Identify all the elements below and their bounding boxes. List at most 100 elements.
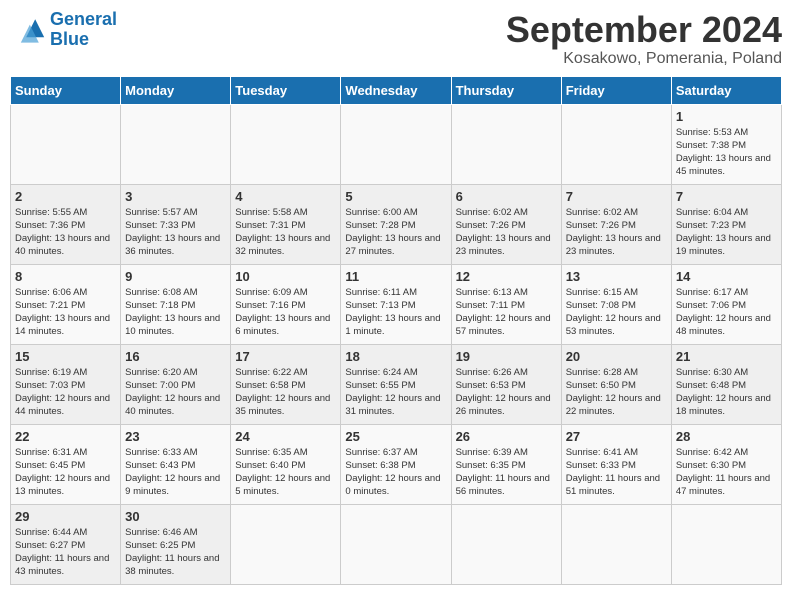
day-info: Sunrise: 5:53 AM Sunset: 7:38 PM Dayligh… <box>676 126 777 179</box>
day-cell-11: 10 Sunrise: 6:09 AM Sunset: 7:16 PM Dayl… <box>231 264 341 344</box>
col-saturday: Saturday <box>671 76 781 104</box>
day-cell-19: 18 Sunrise: 6:24 AM Sunset: 6:55 PM Dayl… <box>341 344 451 424</box>
day-cell-29: 28 Sunrise: 6:42 AM Sunset: 6:30 PM Dayl… <box>671 424 781 504</box>
day-info: Sunrise: 6:41 AM Sunset: 6:33 PM Dayligh… <box>566 446 667 499</box>
day-info: Sunrise: 6:37 AM Sunset: 6:38 PM Dayligh… <box>345 446 446 499</box>
day-number: 1 <box>676 109 777 124</box>
day-cell-10: 9 Sunrise: 6:08 AM Sunset: 7:18 PM Dayli… <box>121 264 231 344</box>
page-subtitle: Kosakowo, Pomerania, Poland <box>506 50 782 68</box>
day-number: 27 <box>566 429 667 444</box>
logo: General Blue <box>10 10 117 50</box>
day-cell-7: 7 Sunrise: 6:02 AM Sunset: 7:26 PM Dayli… <box>561 184 671 264</box>
empty-cell <box>561 504 671 584</box>
empty-cell <box>231 104 341 184</box>
col-sunday: Sunday <box>11 76 121 104</box>
day-number: 28 <box>676 429 777 444</box>
day-info: Sunrise: 6:04 AM Sunset: 7:23 PM Dayligh… <box>676 206 777 259</box>
day-cell-22: 21 Sunrise: 6:30 AM Sunset: 6:48 PM Dayl… <box>671 344 781 424</box>
day-info: Sunrise: 6:19 AM Sunset: 7:03 PM Dayligh… <box>15 366 116 419</box>
col-tuesday: Tuesday <box>231 76 341 104</box>
empty-cell <box>121 104 231 184</box>
page-header: General Blue September 2024 Kosakowo, Po… <box>10 10 782 68</box>
day-cell-28: 27 Sunrise: 6:41 AM Sunset: 6:33 PM Dayl… <box>561 424 671 504</box>
day-info: Sunrise: 6:06 AM Sunset: 7:21 PM Dayligh… <box>15 286 116 339</box>
day-number: 22 <box>15 429 116 444</box>
day-info: Sunrise: 6:22 AM Sunset: 6:58 PM Dayligh… <box>235 366 336 419</box>
day-cell-18: 17 Sunrise: 6:22 AM Sunset: 6:58 PM Dayl… <box>231 344 341 424</box>
day-info: Sunrise: 6:31 AM Sunset: 6:45 PM Dayligh… <box>15 446 116 499</box>
day-cell-2: 2 Sunrise: 5:55 AM Sunset: 7:36 PM Dayli… <box>11 184 121 264</box>
day-cell-6: 6 Sunrise: 6:02 AM Sunset: 7:26 PM Dayli… <box>451 184 561 264</box>
day-number: 25 <box>345 429 446 444</box>
day-info: Sunrise: 6:44 AM Sunset: 6:27 PM Dayligh… <box>15 526 116 579</box>
logo-icon <box>10 12 46 48</box>
calendar-row-2: 2 Sunrise: 5:55 AM Sunset: 7:36 PM Dayli… <box>11 184 782 264</box>
logo-text: General Blue <box>50 10 117 50</box>
day-cell-4: 4 Sunrise: 5:58 AM Sunset: 7:31 PM Dayli… <box>231 184 341 264</box>
day-info: Sunrise: 6:02 AM Sunset: 7:26 PM Dayligh… <box>566 206 667 259</box>
day-info: Sunrise: 6:39 AM Sunset: 6:35 PM Dayligh… <box>456 446 557 499</box>
calendar-row-5: 22 Sunrise: 6:31 AM Sunset: 6:45 PM Dayl… <box>11 424 782 504</box>
day-number: 17 <box>235 349 336 364</box>
day-cell-20: 19 Sunrise: 6:26 AM Sunset: 6:53 PM Dayl… <box>451 344 561 424</box>
day-cell-8: 7 Sunrise: 6:04 AM Sunset: 7:23 PM Dayli… <box>671 184 781 264</box>
day-info: Sunrise: 6:08 AM Sunset: 7:18 PM Dayligh… <box>125 286 226 339</box>
day-number: 19 <box>456 349 557 364</box>
day-cell-9: 8 Sunrise: 6:06 AM Sunset: 7:21 PM Dayli… <box>11 264 121 344</box>
calendar-row-1: 1 Sunrise: 5:53 AM Sunset: 7:38 PM Dayli… <box>11 104 782 184</box>
day-cell-14: 13 Sunrise: 6:15 AM Sunset: 7:08 PM Dayl… <box>561 264 671 344</box>
day-number: 30 <box>125 509 226 524</box>
day-cell-24: 23 Sunrise: 6:33 AM Sunset: 6:43 PM Dayl… <box>121 424 231 504</box>
day-number: 29 <box>15 509 116 524</box>
logo-line1: General <box>50 10 117 30</box>
day-info: Sunrise: 5:58 AM Sunset: 7:31 PM Dayligh… <box>235 206 336 259</box>
day-info: Sunrise: 6:00 AM Sunset: 7:28 PM Dayligh… <box>345 206 446 259</box>
day-number: 4 <box>235 189 336 204</box>
day-cell-13: 12 Sunrise: 6:13 AM Sunset: 7:11 PM Dayl… <box>451 264 561 344</box>
col-monday: Monday <box>121 76 231 104</box>
day-number: 20 <box>566 349 667 364</box>
day-info: Sunrise: 6:30 AM Sunset: 6:48 PM Dayligh… <box>676 366 777 419</box>
day-cell-3: 3 Sunrise: 5:57 AM Sunset: 7:33 PM Dayli… <box>121 184 231 264</box>
day-number: 26 <box>456 429 557 444</box>
calendar-row-3: 8 Sunrise: 6:06 AM Sunset: 7:21 PM Dayli… <box>11 264 782 344</box>
day-info: Sunrise: 6:46 AM Sunset: 6:25 PM Dayligh… <box>125 526 226 579</box>
empty-cell <box>451 504 561 584</box>
calendar-row-4: 15 Sunrise: 6:19 AM Sunset: 7:03 PM Dayl… <box>11 344 782 424</box>
day-number: 18 <box>345 349 446 364</box>
day-info: Sunrise: 5:55 AM Sunset: 7:36 PM Dayligh… <box>15 206 116 259</box>
day-info: Sunrise: 6:20 AM Sunset: 7:00 PM Dayligh… <box>125 366 226 419</box>
col-friday: Friday <box>561 76 671 104</box>
day-info: Sunrise: 6:28 AM Sunset: 6:50 PM Dayligh… <box>566 366 667 419</box>
day-cell-23: 22 Sunrise: 6:31 AM Sunset: 6:45 PM Dayl… <box>11 424 121 504</box>
logo-line2: Blue <box>50 30 117 50</box>
day-number: 7 <box>566 189 667 204</box>
day-number: 16 <box>125 349 226 364</box>
day-number: 8 <box>15 269 116 284</box>
day-cell-5: 5 Sunrise: 6:00 AM Sunset: 7:28 PM Dayli… <box>341 184 451 264</box>
day-cell-31: 30 Sunrise: 6:46 AM Sunset: 6:25 PM Dayl… <box>121 504 231 584</box>
day-cell-27: 26 Sunrise: 6:39 AM Sunset: 6:35 PM Dayl… <box>451 424 561 504</box>
day-info: Sunrise: 6:02 AM Sunset: 7:26 PM Dayligh… <box>456 206 557 259</box>
day-number: 6 <box>456 189 557 204</box>
day-number: 11 <box>345 269 446 284</box>
day-info: Sunrise: 6:35 AM Sunset: 6:40 PM Dayligh… <box>235 446 336 499</box>
day-cell-21: 20 Sunrise: 6:28 AM Sunset: 6:50 PM Dayl… <box>561 344 671 424</box>
day-number: 9 <box>125 269 226 284</box>
day-number: 14 <box>676 269 777 284</box>
empty-cell <box>561 104 671 184</box>
day-info: Sunrise: 6:33 AM Sunset: 6:43 PM Dayligh… <box>125 446 226 499</box>
empty-cell <box>231 504 341 584</box>
empty-cell <box>341 504 451 584</box>
empty-cell <box>451 104 561 184</box>
day-number: 15 <box>15 349 116 364</box>
day-number: 7 <box>676 189 777 204</box>
col-thursday: Thursday <box>451 76 561 104</box>
day-info: Sunrise: 6:26 AM Sunset: 6:53 PM Dayligh… <box>456 366 557 419</box>
day-info: Sunrise: 6:24 AM Sunset: 6:55 PM Dayligh… <box>345 366 446 419</box>
empty-cell <box>341 104 451 184</box>
day-info: Sunrise: 6:42 AM Sunset: 6:30 PM Dayligh… <box>676 446 777 499</box>
day-info: Sunrise: 5:57 AM Sunset: 7:33 PM Dayligh… <box>125 206 226 259</box>
day-number: 23 <box>125 429 226 444</box>
page-title: September 2024 <box>506 10 782 50</box>
